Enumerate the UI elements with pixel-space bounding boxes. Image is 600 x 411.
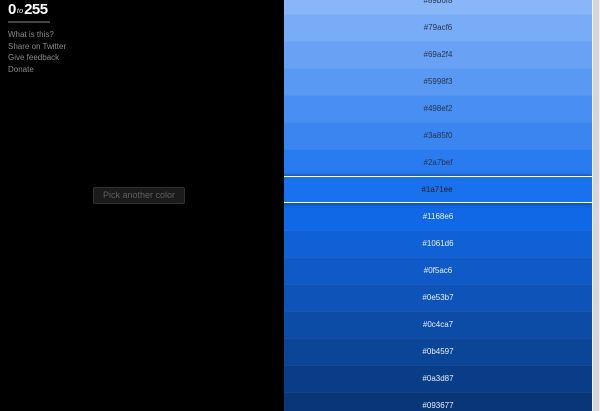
nav-link-what-is-this[interactable]: What is this? [8, 29, 66, 41]
nav-link-share-on-twitter[interactable]: Share on Twitter [8, 41, 66, 53]
vertical-scrollbar[interactable] [592, 0, 600, 411]
logo-to: to [16, 6, 24, 15]
color-swatch[interactable]: #3a85f0 [284, 122, 592, 149]
color-swatch[interactable]: #79acf6 [284, 14, 592, 41]
scrollbar-thumb[interactable] [593, 0, 599, 411]
color-swatch[interactable]: #2a7bef [284, 149, 592, 176]
sidebar: 0to255 What is this? Share on Twitter Gi… [0, 0, 284, 411]
logo[interactable]: 0to255 [8, 1, 50, 23]
color-swatch[interactable]: #69a2f4 [284, 41, 592, 68]
color-swatch[interactable]: #498ef2 [284, 95, 592, 122]
logo-max: 255 [24, 1, 48, 18]
color-swatch[interactable]: #0b4597 [284, 338, 592, 365]
color-swatch[interactable]: #0e53b7 [284, 284, 592, 311]
nav-links: What is this? Share on Twitter Give feed… [8, 29, 66, 75]
nav-link-give-feedback[interactable]: Give feedback [8, 52, 66, 64]
color-swatch[interactable]: #0a3d87 [284, 365, 592, 392]
pick-another-color-button[interactable]: Pick another color [93, 187, 185, 204]
color-swatch[interactable]: #5998f3 [284, 68, 592, 95]
color-swatch[interactable]: #0f5ac6 [284, 257, 592, 284]
color-swatch-list: #89b6f8 #79acf6 #69a2f4 #5998f3 #498ef2 … [284, 0, 592, 411]
page: 0to255 What is this? Share on Twitter Gi… [0, 0, 600, 411]
color-swatch[interactable]: #0c4ca7 [284, 311, 592, 338]
color-swatch[interactable]: #1168e6 [284, 203, 592, 230]
color-swatch[interactable]: #1061d6 [284, 230, 592, 257]
nav-link-donate[interactable]: Donate [8, 64, 66, 76]
color-swatch-selected[interactable]: #1a71ee [284, 176, 592, 203]
color-swatch[interactable]: #093677 [284, 392, 592, 411]
color-swatch[interactable]: #89b6f8 [284, 0, 592, 14]
logo-zero: 0 [8, 1, 16, 18]
